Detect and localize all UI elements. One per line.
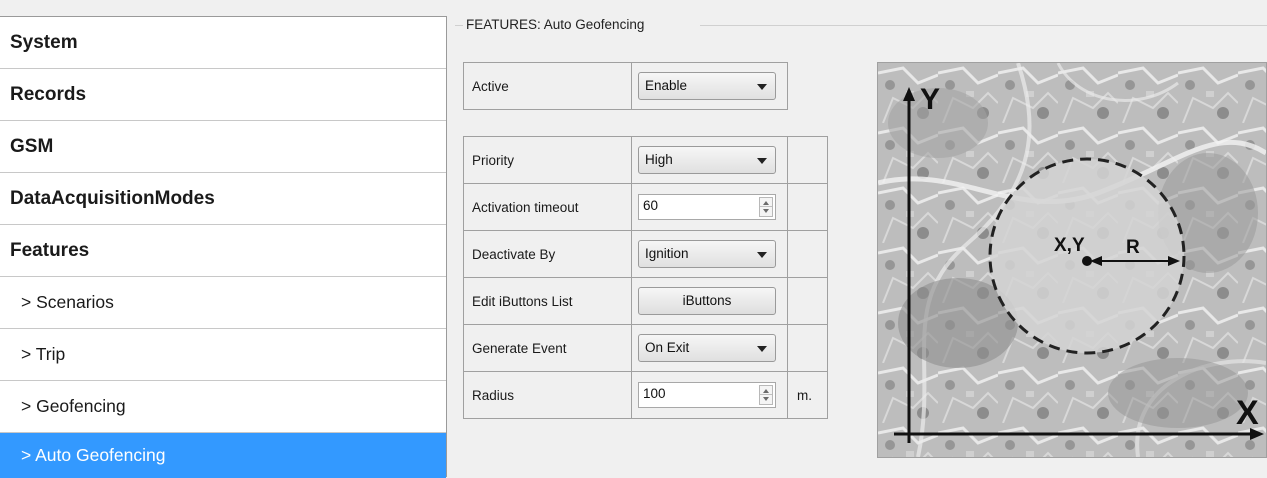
sidebar: System Records GSM DataAcquisitionModes … xyxy=(0,16,447,478)
setting-row-activation-timeout: Activation timeout 60 xyxy=(463,183,828,231)
spinner-arrows-icon[interactable] xyxy=(759,385,773,405)
sidebar-item-trip[interactable]: > Trip xyxy=(0,329,446,381)
sidebar-item-records[interactable]: Records xyxy=(0,69,446,121)
sidebar-item-label: > Geofencing xyxy=(21,396,126,416)
group-border xyxy=(455,25,463,26)
active-value: Enable xyxy=(645,78,688,93)
active-cell: Enable xyxy=(631,62,788,110)
deactivate-by-value: Ignition xyxy=(645,246,689,261)
unit-cell xyxy=(787,230,828,278)
setting-row-deactivate-by: Deactivate By Ignition xyxy=(463,230,828,278)
geofence-diagram-svg: Y X X,Y R xyxy=(878,63,1266,457)
dropdown-arrow-icon xyxy=(757,252,767,258)
generate-event-value: On Exit xyxy=(645,340,690,355)
active-table: Active Enable xyxy=(463,62,788,110)
sidebar-item-label: Features xyxy=(10,239,90,261)
priority-label: Priority xyxy=(463,136,632,184)
sidebar-item-label: > Scenarios xyxy=(21,292,114,312)
edit-ibuttons-cell: iButtons xyxy=(631,277,788,325)
setting-row-active: Active Enable xyxy=(463,62,788,110)
dropdown-arrow-icon xyxy=(757,158,767,164)
setting-row-radius: Radius 100 m. xyxy=(463,371,828,419)
generate-event-select[interactable]: On Exit xyxy=(638,334,776,362)
active-select[interactable]: Enable xyxy=(638,72,776,100)
sidebar-item-gsm[interactable]: GSM xyxy=(0,121,446,173)
sidebar-item-data-acquisition-modes[interactable]: DataAcquisitionModes xyxy=(0,173,446,225)
spinner-arrows-icon[interactable] xyxy=(759,197,773,217)
deactivate-by-label: Deactivate By xyxy=(463,230,632,278)
generate-event-cell: On Exit xyxy=(631,324,788,372)
deactivate-by-select[interactable]: Ignition xyxy=(638,240,776,268)
sidebar-item-label: GSM xyxy=(10,135,54,157)
radius-label-diagram: R xyxy=(1126,237,1140,258)
sidebar-item-features[interactable]: Features xyxy=(0,225,446,277)
dropdown-arrow-icon xyxy=(757,346,767,352)
generate-event-label: Generate Event xyxy=(463,324,632,372)
y-axis-label: Y xyxy=(920,83,940,116)
activation-timeout-cell: 60 xyxy=(631,183,788,231)
setting-row-priority: Priority High xyxy=(463,136,828,184)
dropdown-arrow-icon xyxy=(757,84,767,90)
unit-cell xyxy=(787,136,828,184)
center-label: X,Y xyxy=(1054,235,1085,256)
unit-cell xyxy=(787,183,828,231)
radius-cell: 100 xyxy=(631,371,788,419)
radius-unit: m. xyxy=(787,371,828,419)
priority-select[interactable]: High xyxy=(638,146,776,174)
priority-cell: High xyxy=(631,136,788,184)
priority-value: High xyxy=(645,152,673,167)
sidebar-item-label: DataAcquisitionModes xyxy=(10,187,215,209)
active-label: Active xyxy=(463,62,632,110)
unit-cell xyxy=(787,324,828,372)
activation-timeout-input[interactable]: 60 xyxy=(638,194,776,220)
sidebar-item-auto-geofencing[interactable]: > Auto Geofencing xyxy=(0,433,446,478)
setting-row-edit-ibuttons: Edit iButtons List iButtons xyxy=(463,277,828,325)
ibuttons-button[interactable]: iButtons xyxy=(638,287,776,315)
radius-label: Radius xyxy=(463,371,632,419)
setting-row-generate-event: Generate Event On Exit xyxy=(463,324,828,372)
edit-ibuttons-label: Edit iButtons List xyxy=(463,277,632,325)
radius-value: 100 xyxy=(643,386,666,401)
deactivate-by-cell: Ignition xyxy=(631,230,788,278)
x-axis-label: X xyxy=(1236,394,1259,432)
sidebar-item-label: > Auto Geofencing xyxy=(21,445,166,465)
sidebar-item-label: Records xyxy=(10,83,87,105)
sidebar-item-scenarios[interactable]: > Scenarios xyxy=(0,277,446,329)
sidebar-item-label: > Trip xyxy=(21,344,66,364)
settings-table: Priority High Activation timeout 60 Deac… xyxy=(463,136,828,419)
group-title: FEATURES: Auto Geofencing xyxy=(466,16,649,34)
sidebar-item-label: System xyxy=(10,31,78,53)
unit-cell xyxy=(787,277,828,325)
activation-timeout-value: 60 xyxy=(643,198,659,213)
group-border xyxy=(700,25,1267,26)
sidebar-item-system[interactable]: System xyxy=(0,17,446,69)
sidebar-item-geofencing[interactable]: > Geofencing xyxy=(0,381,446,433)
geofence-diagram: Y X X,Y R xyxy=(877,62,1267,458)
radius-input[interactable]: 100 xyxy=(638,382,776,408)
activation-timeout-label: Activation timeout xyxy=(463,183,632,231)
